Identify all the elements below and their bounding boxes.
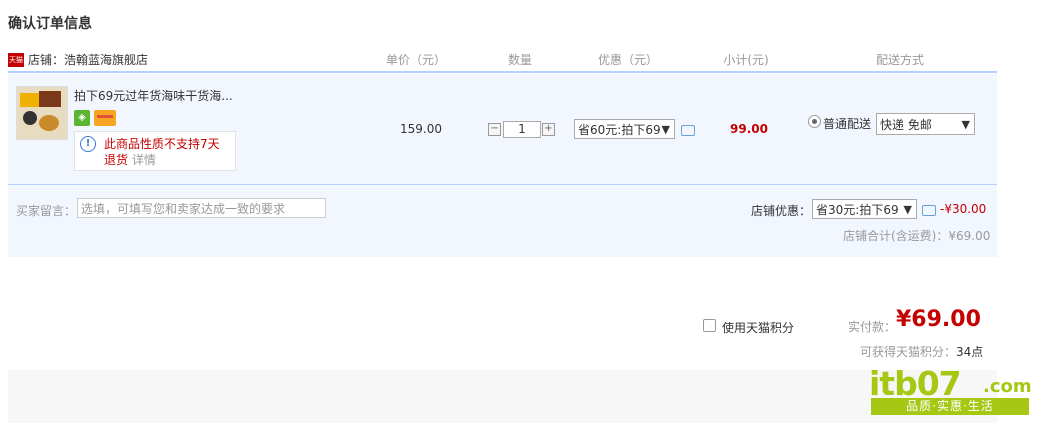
quantity-input[interactable]: 1 <box>503 121 541 138</box>
header-quantity: 数量 <box>507 53 532 67</box>
header-subtotal: 小计(元) <box>723 53 769 67</box>
actual-payment-amount: ¥69.00 <box>896 307 981 332</box>
item-promo-select[interactable]: 省60元:拍下69 ▼ <box>574 119 675 139</box>
shop-footer <box>8 185 997 257</box>
return-warning-message: 此商品性质不支持7天退货 <box>104 137 220 167</box>
buyer-note-input[interactable]: 选填，可填写您和卖家达成一致的要求 <box>77 198 326 218</box>
shop-discount-select[interactable]: 省30元:拍下69 ▼ <box>812 199 917 219</box>
use-points-label[interactable]: 使用天猫积分 <box>722 319 794 336</box>
header-unit-price: 单价（元） <box>385 53 446 67</box>
watermark-logo: itb07 .com 品质·实惠·生活 <box>865 362 1038 420</box>
warning-icon: ! <box>80 136 96 152</box>
unit-price: 159.00 <box>400 122 442 136</box>
item-subtotal: 99.00 <box>730 122 768 136</box>
shop-discount-label: 店铺优惠： <box>751 204 812 218</box>
product-name-link[interactable]: 拍下69元过年货海味干货海... <box>74 87 233 104</box>
promo-message-icon[interactable] <box>681 125 695 136</box>
item-promo-value: 省60元:拍下69 <box>578 123 661 137</box>
earn-points-value: 34点 <box>956 345 984 359</box>
chevron-down-icon: ▼ <box>661 123 670 136</box>
quantity-decrease-button[interactable]: − <box>488 123 501 136</box>
product-thumbnail[interactable] <box>16 86 68 140</box>
shipping-select[interactable]: 快递 免邮 ▼ <box>876 113 975 135</box>
tmall-shop-icon: 天猫 <box>8 53 24 67</box>
actual-payment-label: 实付款： <box>848 320 897 334</box>
buyer-note-label: 买家留言： <box>16 204 77 218</box>
shipping-method-label: 普通配送 <box>823 117 872 131</box>
bottom-bar <box>8 370 997 423</box>
header-divider <box>8 71 997 73</box>
earn-points-label: 可获得天猫积分： <box>860 345 957 359</box>
watermark-domain: .com <box>983 376 1032 397</box>
page-title: 确认订单信息 <box>8 16 92 32</box>
shipping-select-value: 快递 免邮 <box>880 118 932 132</box>
shop-discount-amount: -¥30.00 <box>940 202 987 216</box>
quantity-increase-button[interactable]: + <box>542 123 555 136</box>
shop-name[interactable]: 店铺：浩翰蓝海旗舰店 <box>28 50 148 70</box>
card-badge-icon[interactable] <box>94 110 116 126</box>
chevron-down-icon: ▼ <box>961 118 970 131</box>
shipping-radio[interactable] <box>808 115 821 128</box>
return-warning-text: 此商品性质不支持7天退货 详情 <box>104 136 229 168</box>
chevron-down-icon: ▼ <box>903 203 912 216</box>
return-detail-link[interactable]: 详情 <box>132 153 156 167</box>
shop-discount-value: 省30元:拍下69 <box>816 203 899 217</box>
use-points-checkbox[interactable] <box>703 319 716 332</box>
shop-discount-message-icon[interactable] <box>922 205 936 216</box>
header-shipping: 配送方式 <box>875 53 924 67</box>
watermark-slogan: 品质·实惠·生活 <box>871 398 1029 415</box>
trust-badge-icon[interactable]: ◈ <box>74 110 90 126</box>
header-discount: 优惠（元） <box>597 53 658 67</box>
earn-points: 可获得天猫积分：34点 <box>860 343 983 360</box>
shop-total: 店铺合计(含运费)：¥69.00 <box>843 229 991 243</box>
